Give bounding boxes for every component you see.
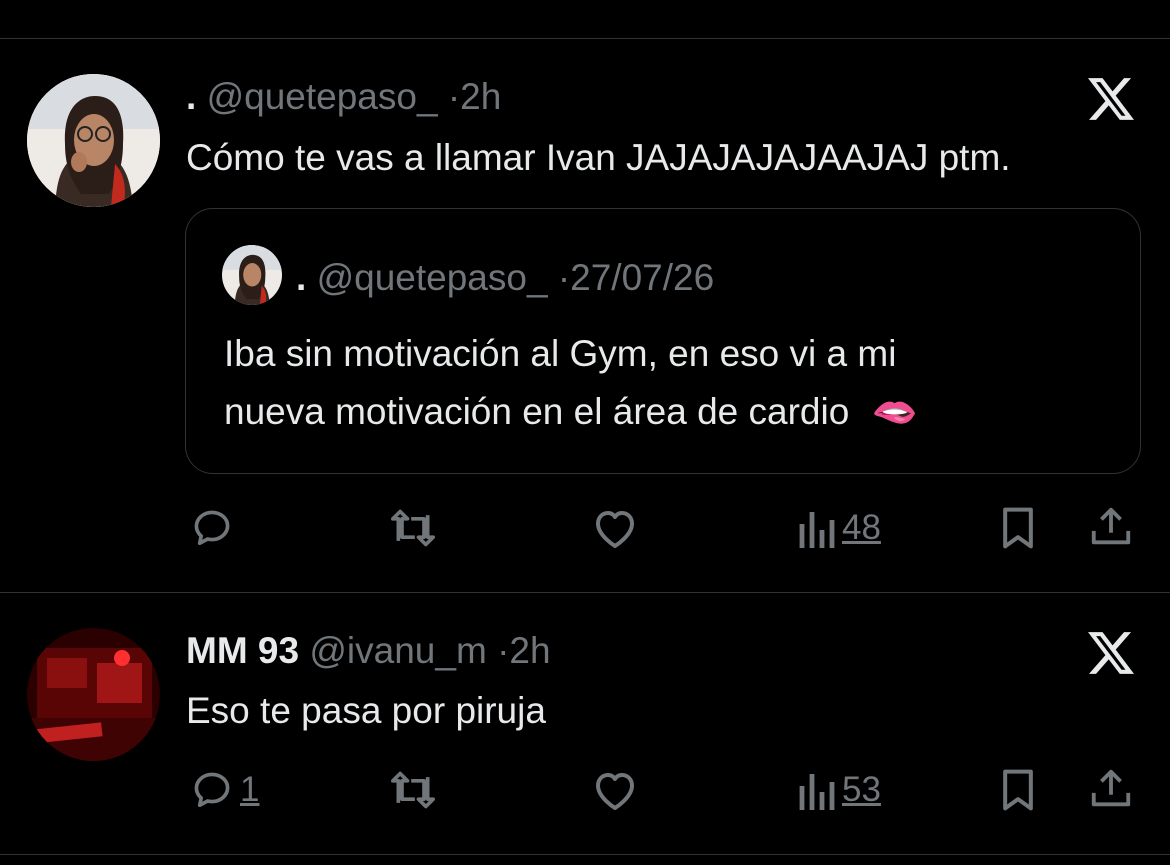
separator-dot: · xyxy=(447,76,461,117)
bookmark-button[interactable] xyxy=(998,768,1038,812)
views-count[interactable]: 48 xyxy=(842,508,881,548)
bookmark-icon xyxy=(1003,507,1033,549)
x-logo-icon xyxy=(1088,632,1134,674)
quote-timestamp[interactable]: 27/07/26 xyxy=(570,257,714,298)
reply-icon xyxy=(194,510,230,546)
like-icon xyxy=(596,511,634,548)
retweet-button[interactable] xyxy=(388,506,438,550)
quote-text-line-2: nueva motivación en el área de cardio 🫦 xyxy=(224,391,918,434)
bottom-divider xyxy=(0,854,1170,855)
avatar-image xyxy=(27,74,160,207)
bookmark-icon xyxy=(1003,769,1033,811)
retweet-button[interactable] xyxy=(388,768,438,812)
like-icon xyxy=(596,773,634,810)
quote-header: . @quetepaso_ ·27/07/26 xyxy=(296,257,714,299)
views-count[interactable]: 53 xyxy=(842,770,881,810)
retweet-icon xyxy=(391,771,435,809)
display-name[interactable]: MM 93 xyxy=(186,630,299,671)
share-icon xyxy=(1091,507,1131,545)
views-button[interactable]: 48 xyxy=(796,506,881,550)
reply-icon xyxy=(194,772,230,808)
tweet-text: Cómo te vas a llamar Ivan JAJAJAJAJAAJAJ… xyxy=(186,137,1011,178)
quote-user-handle[interactable]: @quetepaso_ xyxy=(317,257,548,298)
tweet-divider xyxy=(0,592,1170,593)
views-button[interactable]: 53 xyxy=(796,768,881,812)
like-button[interactable] xyxy=(591,506,639,550)
user-handle[interactable]: @quetepaso_ xyxy=(207,76,438,117)
tweet-text: Eso te pasa por piruja xyxy=(186,690,546,731)
reply-button[interactable]: 1 xyxy=(190,768,259,812)
quote-avatar-image xyxy=(222,245,282,305)
avatar-quetepaso[interactable] xyxy=(27,74,160,207)
avatar-image xyxy=(27,628,160,761)
quote-text-line-2-text: nueva motivación en el área de cardio xyxy=(224,391,850,432)
reply-count[interactable]: 1 xyxy=(240,770,259,810)
views-icon xyxy=(799,512,835,548)
views-icon xyxy=(799,774,835,810)
reply-button[interactable] xyxy=(190,506,240,550)
top-divider xyxy=(0,38,1170,39)
timestamp[interactable]: 2h xyxy=(460,76,501,117)
timestamp[interactable]: 2h xyxy=(509,630,550,671)
separator-dot: · xyxy=(497,630,510,671)
quote-avatar[interactable] xyxy=(222,245,282,305)
retweet-icon xyxy=(391,509,435,547)
share-button[interactable] xyxy=(1088,766,1134,812)
x-logo-icon xyxy=(1088,78,1134,120)
like-button[interactable] xyxy=(591,768,639,812)
quoted-tweet[interactable]: . @quetepaso_ ·27/07/26 Iba sin motivaci… xyxy=(185,208,1141,474)
quote-separator-dot: · xyxy=(557,257,571,298)
bookmark-button[interactable] xyxy=(998,506,1038,550)
share-button[interactable] xyxy=(1088,504,1134,550)
tweet-1-header: . @quetepaso_ ·2h xyxy=(186,76,501,118)
tweet-2-header: MM 93 @ivanu_m ·2h xyxy=(186,630,551,672)
quote-text-line-1: Iba sin motivación al Gym, en eso vi a m… xyxy=(224,333,897,374)
avatar-ivanu-m[interactable] xyxy=(27,628,160,761)
biting-lip-emoji: 🫦 xyxy=(871,391,918,432)
display-name[interactable]: . xyxy=(186,76,196,117)
quote-display-name[interactable]: . xyxy=(296,257,306,298)
share-icon xyxy=(1091,769,1131,807)
user-handle[interactable]: @ivanu_m xyxy=(309,630,486,671)
